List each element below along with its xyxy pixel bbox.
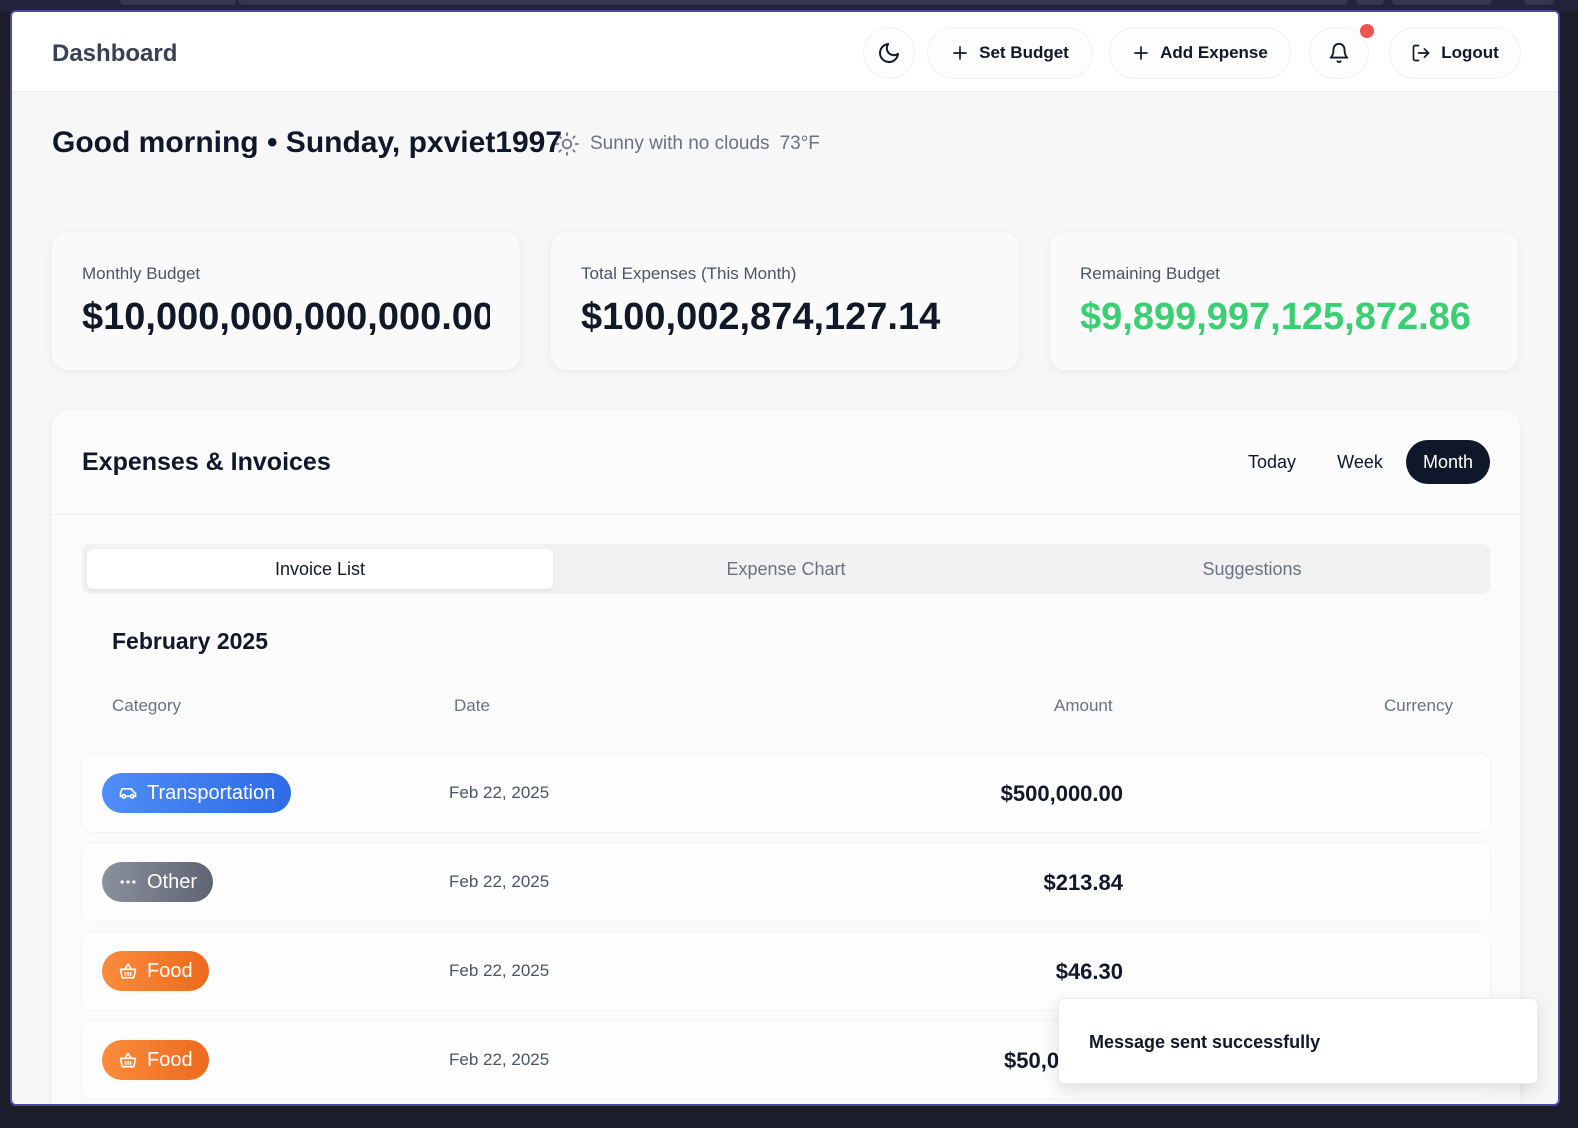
row-amount: $50,0 bbox=[1004, 1048, 1060, 1073]
bell-icon bbox=[1329, 43, 1349, 64]
more-dots-icon bbox=[120, 880, 136, 884]
card-value: $10,000,000,000,000.00 bbox=[82, 296, 490, 338]
category-label: Food bbox=[147, 1048, 193, 1071]
category-label: Transportation bbox=[147, 781, 276, 804]
column-header-amount: Amount bbox=[1054, 696, 1113, 715]
set-budget-button[interactable]: Set Budget bbox=[928, 28, 1092, 78]
total-expenses-card: Total Expenses (This Month) $100,002,874… bbox=[551, 232, 1019, 370]
view-tabs: Invoice List Expense Chart Suggestions bbox=[82, 544, 1490, 594]
notification-dot bbox=[1360, 24, 1374, 38]
category-badge-other[interactable]: Other bbox=[102, 862, 214, 902]
row-date: Feb 22, 2025 bbox=[449, 872, 550, 891]
app-window: Dashboard Set Budget Add Expense Logout … bbox=[10, 10, 1560, 1106]
category-badge-transportation[interactable]: Transportation bbox=[102, 773, 292, 813]
top-header: Dashboard Set Budget Add Expense Logout bbox=[12, 12, 1558, 92]
toast-notification[interactable]: Message sent successfully bbox=[1058, 998, 1538, 1084]
add-expense-label: Add Expense bbox=[1160, 43, 1268, 62]
table-row[interactable]: Other Feb 22, 2025 $213.84 bbox=[82, 843, 1490, 921]
card-value: $9,899,997,125,872.86 bbox=[1080, 296, 1471, 338]
row-date: Feb 22, 2025 bbox=[449, 1050, 550, 1069]
toast-message: Message sent successfully bbox=[1089, 1032, 1321, 1052]
card-label: Remaining Budget bbox=[1080, 264, 1220, 283]
category-badge-food[interactable]: Food bbox=[102, 951, 209, 991]
panel-title: Expenses & Invoices bbox=[82, 448, 331, 476]
period-month-button[interactable]: Month bbox=[1406, 440, 1490, 484]
notifications-button[interactable] bbox=[1310, 28, 1368, 78]
panel-divider bbox=[52, 514, 1520, 515]
weather-text: Sunny with no clouds bbox=[590, 133, 770, 154]
period-today-button[interactable]: Today bbox=[1232, 440, 1312, 484]
category-badge-food[interactable]: Food bbox=[102, 1040, 209, 1080]
column-header-currency: Currency bbox=[1384, 696, 1453, 715]
row-date: Feb 22, 2025 bbox=[449, 783, 550, 802]
logout-icon bbox=[1412, 44, 1430, 62]
row-amount: $46.30 bbox=[1055, 959, 1123, 984]
monthly-budget-card: Monthly Budget $10,000,000,000,000.00 bbox=[52, 232, 520, 370]
row-amount: $500,000.00 bbox=[1000, 781, 1123, 806]
tab-suggestions[interactable]: Suggestions bbox=[1019, 549, 1485, 589]
weather-info: Sunny with no clouds 73°F bbox=[554, 131, 820, 157]
set-budget-label: Set Budget bbox=[979, 43, 1069, 62]
plus-icon bbox=[1134, 46, 1148, 60]
tab-invoice-list[interactable]: Invoice List bbox=[87, 549, 553, 589]
theme-toggle-button[interactable] bbox=[864, 28, 914, 78]
moon-icon bbox=[879, 43, 899, 63]
month-heading: February 2025 bbox=[112, 628, 268, 654]
card-value: $100,002,874,127.14 bbox=[581, 296, 941, 338]
category-label: Food bbox=[147, 959, 193, 982]
car-icon bbox=[119, 788, 137, 799]
card-label: Monthly Budget bbox=[82, 264, 201, 283]
row-date: Feb 22, 2025 bbox=[449, 961, 550, 980]
card-label: Total Expenses (This Month) bbox=[581, 264, 797, 283]
column-header-category: Category bbox=[112, 696, 181, 715]
table-row[interactable]: Transportation Feb 22, 2025 $500,000.00 bbox=[82, 754, 1490, 832]
basket-icon bbox=[119, 963, 137, 979]
tab-expense-chart[interactable]: Expense Chart bbox=[553, 549, 1019, 589]
page-title: Dashboard bbox=[52, 40, 178, 67]
remaining-budget-card: Remaining Budget $9,899,997,125,872.86 bbox=[1050, 232, 1518, 370]
basket-icon bbox=[119, 1052, 137, 1068]
logout-label: Logout bbox=[1441, 43, 1499, 62]
column-header-date: Date bbox=[454, 696, 490, 715]
period-week-button[interactable]: Week bbox=[1320, 440, 1400, 484]
plus-icon bbox=[953, 46, 967, 60]
logout-button[interactable]: Logout bbox=[1390, 28, 1520, 78]
greeting-heading: Good morning • Sunday, pxviet1997 bbox=[52, 126, 563, 159]
sun-icon bbox=[555, 132, 579, 156]
category-label: Other bbox=[147, 870, 198, 893]
weather-temp: 73°F bbox=[779, 133, 820, 154]
row-amount: $213.84 bbox=[1043, 870, 1123, 895]
add-expense-button[interactable]: Add Expense bbox=[1110, 28, 1290, 78]
